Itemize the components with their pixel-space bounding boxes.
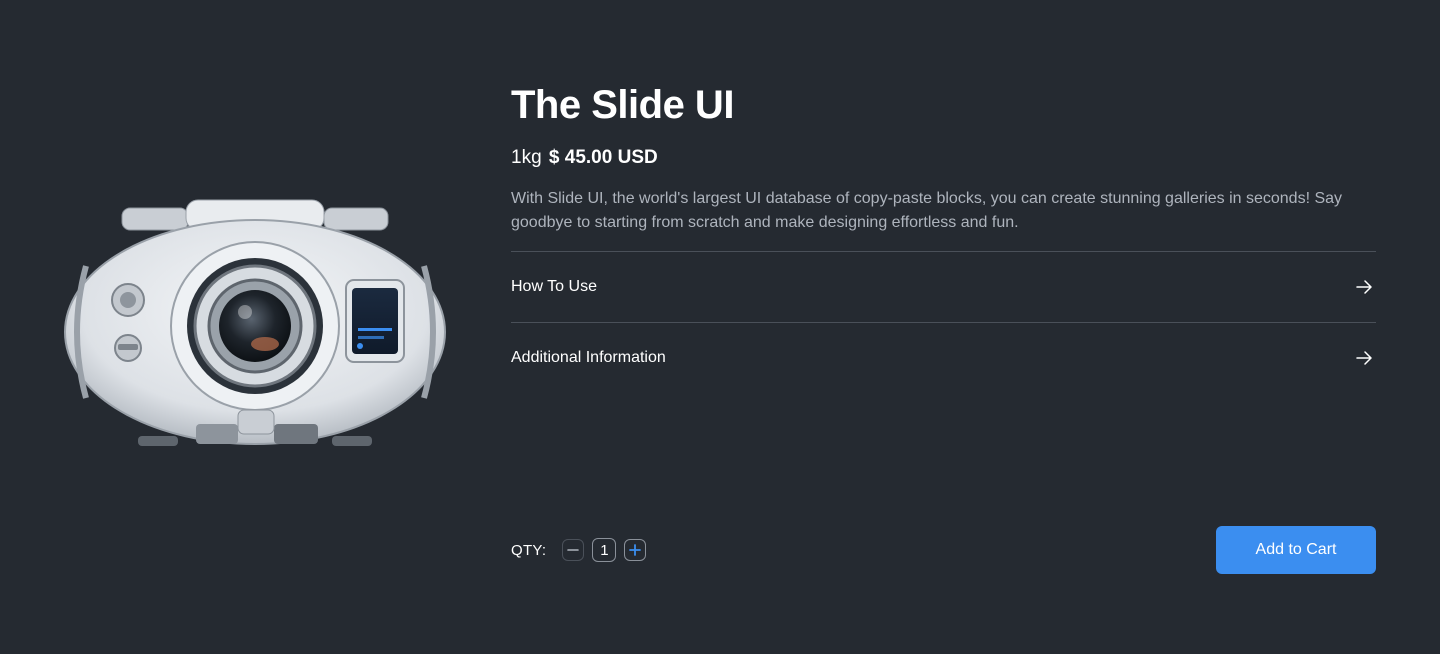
- increment-button[interactable]: [624, 539, 647, 561]
- price-row: 1kg $ 45.00 USD: [511, 146, 1376, 170]
- product-title: The Slide UI: [511, 83, 734, 127]
- accordion: How To Use Additional Information: [511, 251, 1376, 393]
- arrow-right-icon: [1356, 280, 1372, 294]
- accordion-item-how-to-use[interactable]: How To Use: [511, 252, 1376, 323]
- quantity-stepper: QTY: 1: [511, 536, 647, 564]
- product-details: The Slide UI 1kg $ 45.00 USD With Slide …: [511, 80, 1376, 393]
- accordion-label: Additional Information: [511, 349, 666, 366]
- minus-icon: [567, 549, 580, 551]
- product-description: With Slide UI, the world's largest UI da…: [511, 190, 1343, 231]
- accordion-item-additional-information[interactable]: Additional Information: [511, 323, 1376, 393]
- decrement-button[interactable]: [562, 539, 585, 561]
- product-price: $ 45.00 USD: [548, 147, 658, 168]
- plus-icon: [629, 544, 642, 556]
- quantity-value[interactable]: 1: [592, 538, 617, 562]
- arrow-right-icon: [1356, 351, 1372, 365]
- product-weight: 1kg: [511, 147, 542, 168]
- add-to-cart-button[interactable]: Add to Cart: [1216, 526, 1376, 574]
- accordion-label: How To Use: [511, 278, 597, 295]
- product-page: The Slide UI 1kg $ 45.00 USD With Slide …: [0, 0, 1440, 654]
- quantity-label: QTY:: [511, 541, 547, 559]
- product-image: [62, 196, 448, 458]
